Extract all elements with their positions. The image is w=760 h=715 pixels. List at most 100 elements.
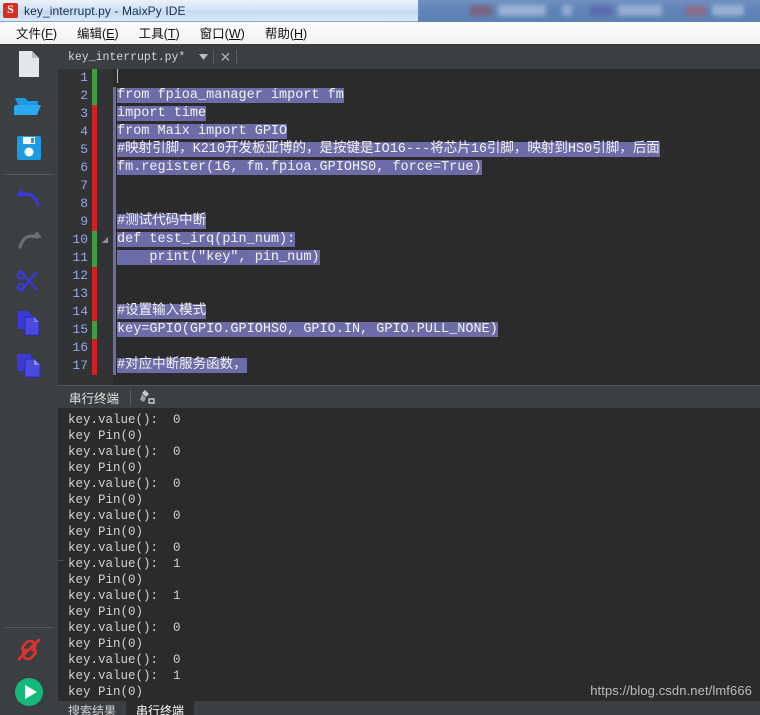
open-folder-icon: [11, 94, 44, 123]
code-line: from Maix import GPIO: [117, 123, 760, 141]
console-line: key Pin(0): [68, 525, 144, 539]
tab-close-button[interactable]: ✕: [214, 45, 236, 69]
selected-text: #映射引脚，K210开发板亚博的，是按键是IO16---将芯片16引脚，映射到H…: [117, 142, 660, 157]
editor-line-numbers: 1 2 3 4 5 6 7 8 9 10 11 12 13 14 15 16 17: [58, 69, 92, 385]
code-line: print("key", pin_num): [117, 249, 760, 267]
menu-file[interactable]: 文件(F): [6, 21, 67, 45]
paste-button[interactable]: [0, 346, 58, 388]
menu-window[interactable]: 窗口(W): [190, 21, 255, 45]
fold-slot: [100, 123, 110, 141]
fold-slot: [100, 159, 110, 177]
code-editor[interactable]: 1 2 3 4 5 6 7 8 9 10 11 12 13 14 15 16 17 ◢ from fpioa_m…: [58, 69, 760, 385]
line-number: 14: [72, 304, 88, 319]
window-title: key_interrupt.py - MaixPy IDE: [24, 3, 186, 18]
console-clear-button[interactable]: [131, 385, 163, 409]
fold-slot: [100, 69, 110, 87]
copy-icon: [16, 309, 42, 342]
line-number: 9: [80, 214, 88, 229]
fold-slot: [100, 321, 110, 339]
console-line: key.value(): 1: [68, 669, 181, 683]
left-toolbar: [0, 45, 59, 715]
undo-icon: [14, 186, 44, 213]
run-button[interactable]: [0, 673, 58, 715]
undo-button[interactable]: [0, 178, 58, 220]
line-number: 10: [72, 232, 88, 247]
line-number: 4: [80, 124, 88, 139]
console-line: key.value(): 0: [68, 653, 181, 667]
fold-slot: [100, 357, 110, 375]
line-number: 13: [72, 286, 88, 301]
selected-text: print("key", pin_num): [117, 250, 320, 265]
menu-tools[interactable]: 工具(T): [129, 21, 190, 45]
console-line: key Pin(0): [68, 637, 144, 651]
redo-button[interactable]: [0, 220, 58, 262]
line-number: 1: [80, 70, 88, 85]
fold-slot: [100, 249, 110, 267]
tab-filename: key_interrupt.py*: [68, 50, 186, 64]
line-number: 17: [72, 358, 88, 373]
code-line: #测试代码中断: [117, 213, 760, 231]
code-line: #对应中断服务函数，: [117, 357, 760, 375]
tab-key-interrupt-py[interactable]: key_interrupt.py*: [58, 45, 194, 69]
editor-fold-column[interactable]: ◢: [97, 69, 113, 385]
new-file-icon: [16, 49, 42, 84]
toolbar-divider: [5, 174, 53, 175]
clear-broom-icon: [140, 390, 155, 404]
bottom-tabbar: 搜索结果 串行终端: [58, 700, 760, 715]
tabstrip-divider-2: [236, 50, 238, 64]
save-icon: [16, 135, 42, 166]
line-number: 5: [80, 142, 88, 157]
open-file-button[interactable]: [0, 87, 58, 129]
bottom-tab-search-results[interactable]: 搜索结果: [58, 701, 126, 715]
save-button[interactable]: [0, 129, 58, 171]
selected-text: key=GPIO(GPIO.GPIOHS0, GPIO.IN, GPIO.PUL…: [117, 322, 498, 337]
app-logo-icon: [3, 2, 18, 18]
chevron-down-icon: [198, 54, 208, 60]
selected-text: #测试代码中断: [117, 214, 207, 229]
watermark-url: https://blog.csdn.net/lmf666: [590, 683, 752, 698]
code-line: [117, 69, 760, 87]
menu-edit[interactable]: 编辑(E): [67, 21, 129, 45]
fold-toggle-icon[interactable]: ◢: [100, 231, 110, 249]
code-line: import time: [117, 105, 760, 123]
tab-list-dropdown[interactable]: [193, 45, 213, 69]
console-line: key Pin(0): [68, 461, 144, 475]
fold-slot: [100, 303, 110, 321]
editor-code-area[interactable]: from fpioa_manager import fm import time f…: [113, 69, 760, 385]
selection-edge-bar: [113, 87, 116, 375]
copy-button[interactable]: [0, 304, 58, 346]
console-scroll-notch: [58, 560, 64, 561]
console-line: key.value(): 0: [68, 509, 181, 523]
new-file-button[interactable]: [0, 45, 58, 87]
cut-button[interactable]: [0, 262, 58, 304]
bottom-tab-serial-terminal[interactable]: 串行终端: [126, 701, 195, 715]
fold-slot: [100, 285, 110, 303]
fold-slot: [100, 339, 110, 357]
fold-slot: [100, 105, 110, 123]
line-number: 15: [72, 322, 88, 337]
selected-text: #对应中断服务函数，: [117, 358, 247, 373]
fold-slot: [100, 87, 110, 105]
fold-slot: [100, 213, 110, 231]
code-line: def test_irq(pin_num):: [117, 231, 760, 249]
line-number: 3: [80, 106, 88, 121]
console-line: key.value(): 1: [68, 589, 181, 603]
menu-help[interactable]: 帮助(H): [255, 21, 317, 45]
console-line: key Pin(0): [68, 429, 144, 443]
disconnect-button[interactable]: [0, 631, 58, 673]
console-tab-serial-terminal[interactable]: 串行终端: [58, 388, 130, 407]
selected-text: def test_irq(pin_num):: [117, 232, 296, 247]
selected-text: #设置输入模式: [117, 304, 207, 319]
line-number: 16: [72, 340, 88, 355]
selected-text: import time: [117, 106, 207, 121]
run-play-icon: [13, 676, 45, 713]
serial-console-output[interactable]: key.value(): 0 key Pin(0) key.value(): 0 ke…: [58, 409, 760, 701]
paste-icon: [15, 351, 43, 384]
console-line: key.value(): 0: [68, 445, 181, 459]
console-line: key Pin(0): [68, 493, 144, 507]
